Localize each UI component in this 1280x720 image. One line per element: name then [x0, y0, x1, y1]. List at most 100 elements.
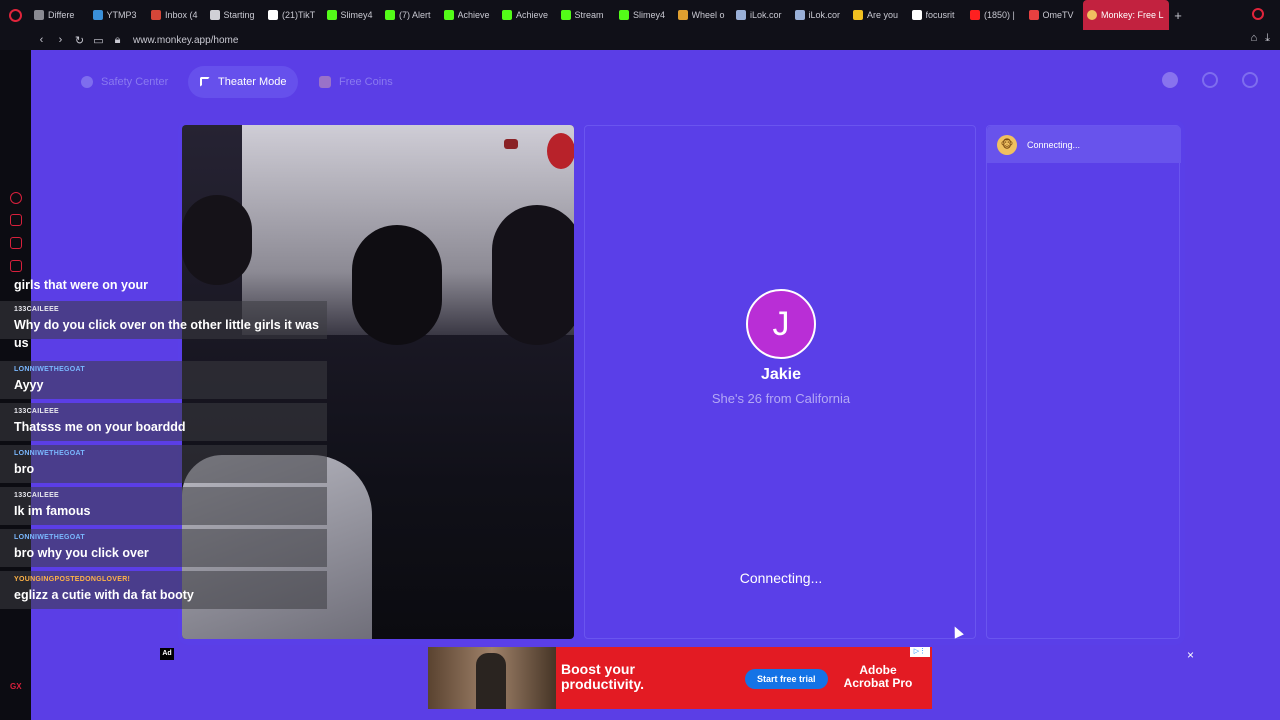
tab-strip: Differe YTMP3 Inbox (4 Starting (21)TikT Slim… [30, 0, 1083, 30]
chat-text: girls that were on your [14, 278, 149, 292]
chat-text: bro [14, 462, 35, 476]
tab-label: OmeTV [1042, 10, 1074, 20]
tab-label: Are you [867, 10, 899, 20]
monkey-icon: 🐵︎ [997, 134, 1017, 155]
tab-label: iLok.cor [750, 10, 782, 20]
header-actions [1162, 72, 1258, 88]
safety-center-label: Safety Center [101, 76, 169, 88]
browser-tab[interactable]: (1850) | [966, 0, 1025, 30]
url-field[interactable]: www.monkey.app/home [133, 35, 238, 46]
tab-label: Stream [574, 10, 604, 20]
tab-favicon-icon [92, 10, 103, 20]
chat-status: Connecting... [1027, 139, 1081, 150]
shield-icon [81, 76, 93, 88]
chat-text: bro why you click over [14, 546, 149, 560]
new-tab-icon[interactable]: + [1169, 8, 1187, 23]
safety-center-button[interactable]: Safety Center [69, 66, 180, 98]
browser-tab-bar: Differe YTMP3 Inbox (4 Starting (21)TikT Slim… [0, 0, 1280, 30]
tab-favicon-icon [209, 10, 220, 20]
tab-label: Starting [223, 10, 255, 20]
snapshot-icon[interactable]: ⌂ [1250, 32, 1257, 45]
video-prop [547, 133, 574, 169]
history-icon[interactable] [1202, 72, 1218, 88]
wallet-icon[interactable] [10, 237, 22, 249]
match-info: She's 26 from California [711, 391, 851, 406]
browser-tab[interactable]: Slimey4 [323, 0, 382, 30]
ad-info-icon[interactable]: ▷⋮ [910, 647, 930, 657]
browser-tab[interactable]: focusrit [908, 0, 967, 30]
free-coins-label: Free Coins [339, 76, 393, 88]
tab-favicon-icon [970, 10, 980, 20]
tab-label: (7) Alert [399, 10, 431, 20]
browser-tab[interactable]: (7) Alert [381, 0, 440, 30]
tab-favicon-icon [34, 10, 44, 20]
tab-label: Slimey4 [633, 10, 666, 20]
browser-tab[interactable]: (21)TikT [264, 0, 323, 30]
browser-tab[interactable]: Slimey4 [615, 0, 674, 30]
browser-tab[interactable]: Are you [849, 0, 908, 30]
store-icon[interactable] [10, 214, 22, 226]
chat-text: Ayyy [14, 378, 44, 392]
chat-message: LONNIWETHEGOAT bro [0, 445, 327, 483]
browser-tab[interactable]: iLok.cor [791, 0, 850, 30]
camera-icon[interactable]: ▭ [89, 34, 108, 47]
news-icon[interactable] [10, 260, 22, 272]
ad-close-button[interactable]: × [1187, 648, 1194, 662]
chat-username: LONNIWETHEGOAT [14, 366, 85, 373]
tab-favicon-icon [502, 10, 512, 20]
chat-username: 133CAILEEE [14, 408, 60, 415]
ad-label: Ad [160, 648, 174, 660]
reload-icon[interactable]: ↻ [70, 34, 89, 47]
chat-text: Thatsss me on your boarddd [14, 420, 186, 434]
chat-message: 133CAILEEE Ik im famous [0, 487, 327, 525]
tab-favicon-icon [151, 10, 161, 20]
browser-tab[interactable]: Achieve [498, 0, 557, 30]
gift-icon [319, 76, 331, 88]
ad-banner[interactable]: Boost your productivity. Start free tria… [428, 647, 932, 709]
chat-message: 133CAILEEE Thatsss me on your boarddd [0, 403, 327, 441]
tab-search-icon[interactable] [1252, 8, 1264, 20]
free-coins-button[interactable]: Free Coins [307, 66, 405, 98]
browser-tab[interactable]: YTMP3 [89, 0, 148, 30]
theater-mode-label: Theater Mode [218, 76, 287, 88]
chat-username: 133CAILEEE [14, 306, 60, 313]
browser-tab[interactable]: iLok.cor [732, 0, 791, 30]
chat-header: 🐵︎ Connecting... [987, 126, 1181, 163]
chat-text: Why do you click over on the other littl… [14, 318, 319, 350]
chat-message: LONNIWETHEGOAT bro why you click over [0, 529, 327, 567]
tab-label: Wheel o [691, 10, 725, 20]
tab-label: Inbox (4 [165, 10, 198, 20]
tab-favicon-icon [443, 10, 454, 20]
browser-tab[interactable]: Stream [557, 0, 616, 30]
chat-username: YOUNGINGPOSTEDONGLOVER! [14, 576, 131, 583]
browser-tab[interactable]: OmeTV [1025, 0, 1084, 30]
lock-icon: 🔒︎ [114, 33, 121, 46]
chat-message: YOUNGINGPOSTEDONGLOVER! eglizz a cutie wi… [0, 571, 327, 609]
video-person [492, 205, 574, 345]
address-bar-actions: ⌂ ⤓ [1250, 32, 1270, 45]
forward-icon[interactable]: › [51, 34, 70, 46]
video-person [352, 225, 442, 345]
browser-tab[interactable]: Inbox (4 [147, 0, 206, 30]
opera-ai-icon[interactable] [10, 192, 22, 204]
opera-logo-icon[interactable] [0, 0, 30, 30]
tab-active[interactable]: Monkey: Free L [1083, 0, 1169, 30]
tab-label: (1850) | [984, 10, 1015, 20]
tab-favicon-icon [794, 10, 805, 20]
start-free-trial-button[interactable]: Start free trial [745, 669, 828, 689]
tab-favicon-icon [326, 10, 337, 20]
gx-icon[interactable]: GX [10, 682, 22, 691]
messages-icon[interactable] [1242, 72, 1258, 88]
ad-image [428, 647, 556, 709]
chat-message: LONNIWETHEGOAT Ayyy [0, 361, 327, 399]
chat-username: 133CAILEEE [14, 492, 60, 499]
user-avatar-icon[interactable] [1162, 72, 1178, 88]
browser-tab[interactable]: Differe [30, 0, 89, 30]
chat-text: Ik im famous [14, 504, 91, 518]
theater-mode-button[interactable]: Theater Mode [188, 66, 299, 98]
browser-tab[interactable]: Starting [206, 0, 265, 30]
back-icon[interactable]: ‹ [32, 34, 51, 46]
download-icon[interactable]: ⤓ [1265, 32, 1270, 45]
browser-tab[interactable]: Wheel o [674, 0, 733, 30]
browser-tab[interactable]: Achieve [440, 0, 499, 30]
